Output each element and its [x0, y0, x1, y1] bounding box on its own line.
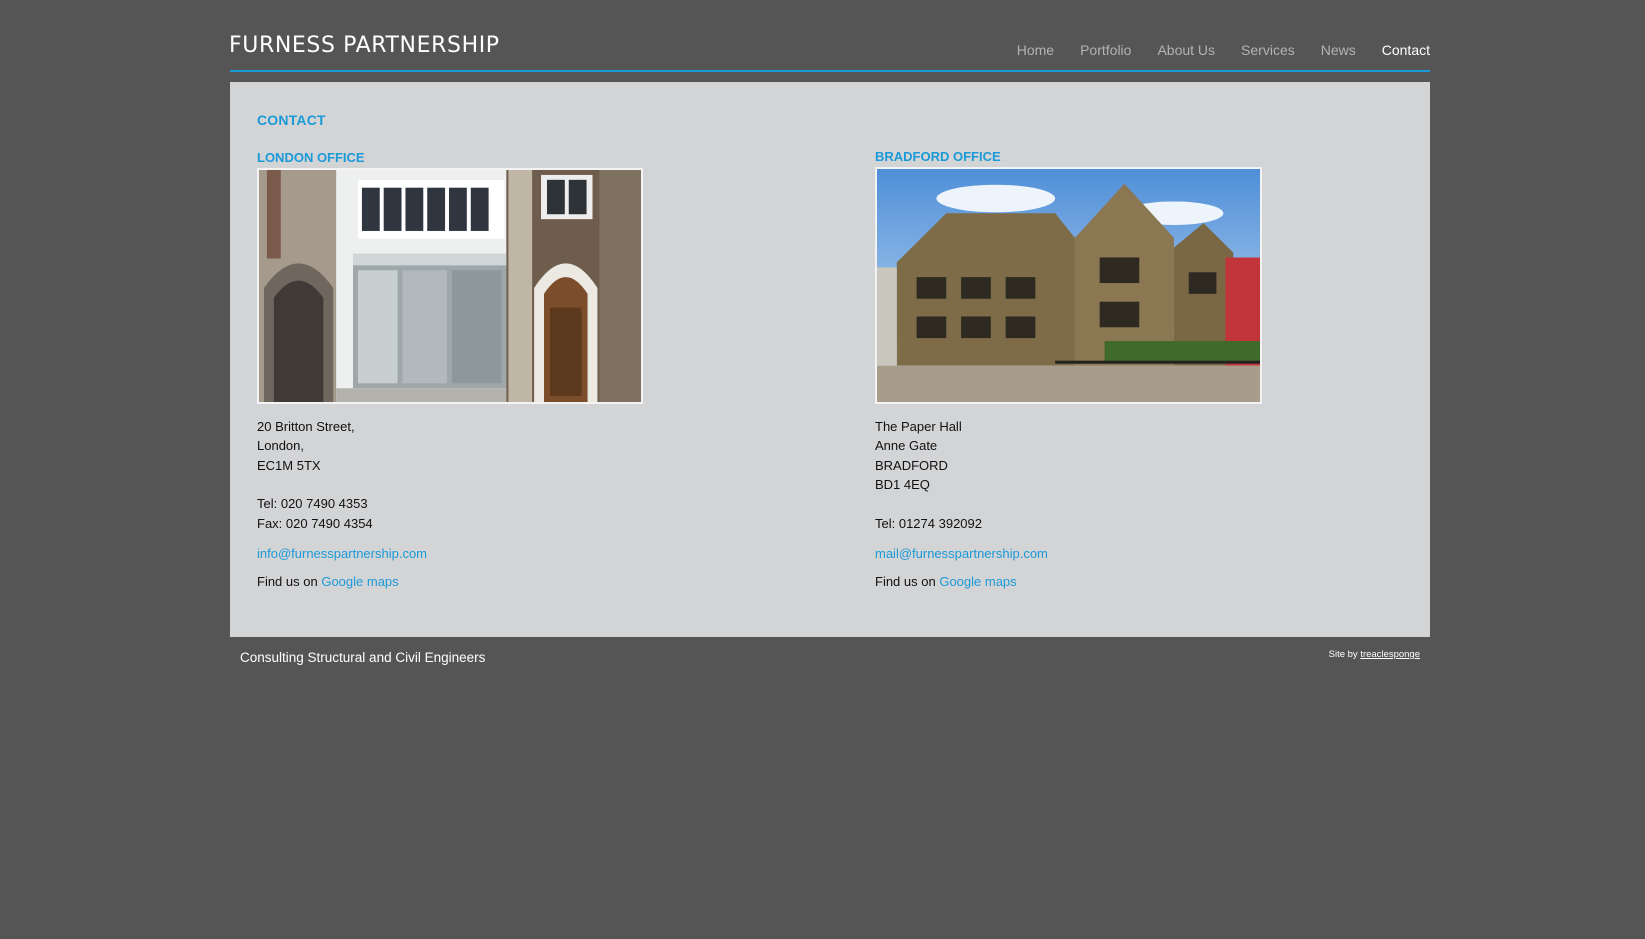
footer-credit-prefix: Site by — [1328, 649, 1358, 660]
bradford-address-line-4: BD1 4EQ — [875, 477, 930, 493]
nav-about-us[interactable]: About Us — [1157, 42, 1215, 58]
bradford-address-line-2: Anne Gate — [875, 438, 938, 454]
bradford-find-prefix: Find us on — [875, 574, 936, 590]
london-tel: Tel: 020 7490 4353 — [257, 496, 368, 512]
london-address-line-1: 20 Britton Street, — [257, 419, 355, 434]
page-title: CONTACT — [257, 112, 326, 128]
london-google-maps-link[interactable]: Google maps — [321, 574, 398, 589]
site-logo[interactable]: FURNESS PARTNERSHIP — [229, 33, 500, 58]
bradford-address-line-3: BRADFORD — [875, 457, 948, 473]
bradford-tel: Tel: 01274 392092 — [875, 515, 982, 531]
london-office-photo — [257, 168, 643, 404]
london-email-link[interactable]: info@furnesspartnership.com — [257, 546, 677, 561]
london-address-line-2: London, — [257, 438, 304, 454]
footer-credit-link[interactable]: treaclesponge — [1360, 649, 1420, 660]
nav-news[interactable]: News — [1321, 42, 1356, 58]
footer-tagline: Consulting Structural and Civil Engineer… — [240, 650, 486, 665]
nav-portfolio[interactable]: Portfolio — [1080, 42, 1131, 58]
page-wrapper: FURNESS PARTNERSHIP Home Portfolio About… — [229, 0, 1430, 665]
nav-contact[interactable]: Contact — [1382, 42, 1430, 58]
london-find-us: Find us on Google maps — [257, 574, 677, 589]
nav-home[interactable]: Home — [1017, 42, 1054, 58]
bradford-google-maps-link[interactable]: Google maps — [939, 574, 1016, 589]
london-office: LONDON OFFICE 20 Britton Street, London,… — [257, 150, 677, 589]
main-nav: Home Portfolio About Us Services News Co… — [991, 42, 1430, 58]
footer-credit: Site by treaclesponge — [1329, 649, 1420, 660]
london-find-prefix: Find us on — [257, 574, 318, 590]
london-fax: Fax: 020 7490 4354 — [257, 515, 373, 531]
bradford-email-link[interactable]: mail@furnesspartnership.com — [875, 546, 1295, 561]
bradford-find-us: Find us on Google maps — [875, 574, 1295, 589]
london-office-title: LONDON OFFICE — [257, 150, 365, 165]
london-address-line-3: EC1M 5TX — [257, 457, 321, 473]
bradford-office-title: BRADFORD OFFICE — [875, 149, 1001, 164]
london-address: 20 Britton Street, London, EC1M 5TX Tel:… — [257, 417, 677, 533]
content-panel: CONTACT LONDON OFFICE 20 Britton Street,… — [230, 82, 1430, 637]
bradford-address: The Paper Hall Anne Gate BRADFORD BD1 4E… — [875, 417, 1295, 533]
nav-services[interactable]: Services — [1241, 42, 1295, 58]
bradford-address-line-1: The Paper Hall — [875, 419, 962, 434]
bradford-office-photo — [875, 167, 1262, 404]
site-header: FURNESS PARTNERSHIP Home Portfolio About… — [229, 0, 1430, 72]
bradford-office: BRADFORD OFFICE The Paper Hall Anne Gate… — [875, 149, 1295, 589]
